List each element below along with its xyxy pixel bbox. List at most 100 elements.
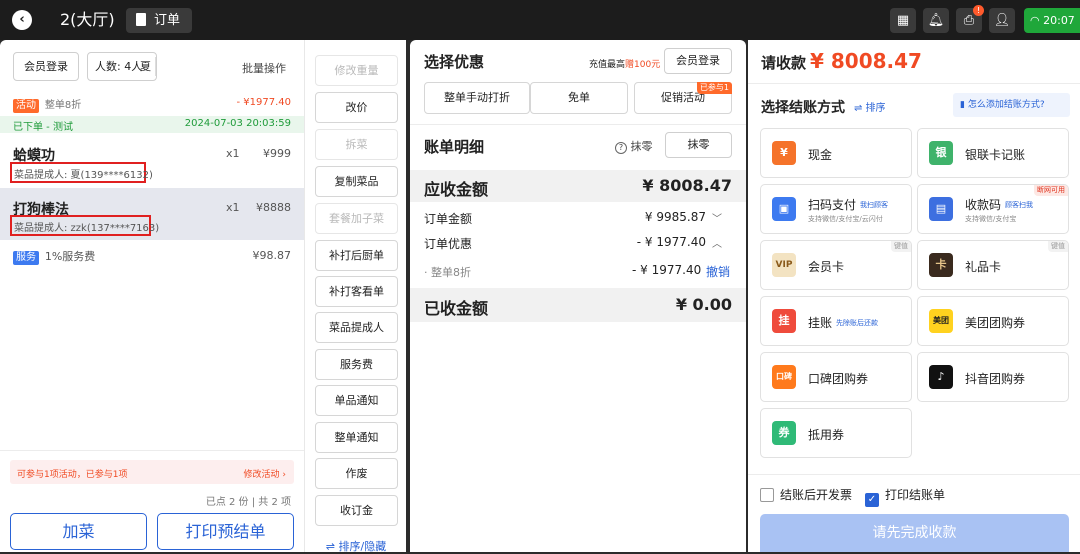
- pay-method-member-card[interactable]: VIP 会员卡 键值: [760, 240, 912, 290]
- reprint-kitchen-button[interactable]: 补打后厨单: [315, 240, 398, 271]
- copy-dish-button[interactable]: 复制菜品: [315, 166, 398, 197]
- help-icon[interactable]: ?: [615, 142, 627, 154]
- wifi-status: ◠ 20:07: [1024, 8, 1080, 33]
- pay-method-credit[interactable]: 挂 挂账 先除账后还款: [760, 296, 912, 346]
- rounding-label: 抹零: [630, 140, 653, 153]
- unionpay-icon: 银: [929, 141, 953, 165]
- order-discount-row[interactable]: 订单优惠 - ¥ 1977.40 ︿: [424, 235, 734, 252]
- koubei-icon: 口碑: [772, 365, 796, 389]
- discount-title: 选择优惠: [424, 53, 485, 71]
- guest-count-button[interactable]: 人数: 4人 夏: [87, 52, 157, 81]
- method-title: 选择结账方式: [761, 100, 845, 116]
- user-icon[interactable]: 👤︎: [989, 8, 1015, 33]
- order-amount-value: ¥ 9985.87: [644, 210, 706, 224]
- split-dish-button[interactable]: 拆菜: [315, 129, 398, 160]
- order-amount-row[interactable]: 订单金额 ¥ 9985.87 ﹀: [424, 210, 734, 227]
- discount-sub-label: · 整单8折: [424, 266, 471, 279]
- order-notify-button[interactable]: 整单通知: [315, 422, 398, 453]
- how-to-add-text: 怎么添加结账方式?: [967, 100, 1045, 110]
- service-row: 服务 1%服务费: [13, 248, 95, 265]
- service-text: 1%服务费: [44, 250, 96, 263]
- promotion-button[interactable]: 促销活动 已参与1: [634, 82, 732, 114]
- pay-method-note: 顾客扫我: [1005, 201, 1034, 209]
- offline-badge: 断网可用: [1034, 185, 1068, 196]
- voucher-icon: 券: [772, 421, 796, 445]
- count-summary: 已点 2 份 | 共 2 项: [205, 497, 291, 508]
- gift-card-icon: 卡: [929, 253, 953, 277]
- placed-time: 2024-07-03 20:03:59: [184, 118, 291, 129]
- set-meal-add-button[interactable]: 套餐加子菜: [315, 203, 398, 234]
- complete-payment-button[interactable]: 请先完成收款: [760, 514, 1069, 552]
- service-fee-button[interactable]: 服务费: [315, 349, 398, 380]
- pay-method-voucher[interactable]: 券 抵用券: [760, 408, 912, 458]
- void-button[interactable]: 作废: [315, 458, 398, 489]
- checkmark-icon: ✓: [865, 493, 879, 507]
- pay-method-koubei[interactable]: 口碑 口碑团购券: [760, 352, 912, 402]
- promo-notice-text: 可参与1项活动，已参与1项: [17, 470, 128, 480]
- received-label: 已收金额: [424, 299, 489, 318]
- pay-method-note: 先除账后还款: [836, 319, 879, 327]
- pay-method-label: 挂账 先除账后还款: [808, 314, 878, 331]
- dish-qty: x1: [226, 201, 240, 214]
- member-login-button[interactable]: 会员登录: [664, 48, 732, 74]
- print-pre-bill-button[interactable]: 打印预结单: [157, 513, 294, 550]
- printer-icon[interactable]: ⎙!: [956, 5, 984, 33]
- pay-method-qrcode[interactable]: ▤ 收款码 顾客扫我 支持微信/支付宝 断网可用: [917, 184, 1069, 234]
- dish-proposer-button[interactable]: 菜品提成人: [315, 312, 398, 343]
- key-badge: 键值: [891, 241, 911, 252]
- pay-method-unionpay[interactable]: 银 银联卡记账: [917, 128, 1069, 178]
- dish-price: ¥999: [263, 147, 291, 160]
- order-tab[interactable]: 订单: [126, 8, 192, 33]
- pay-method-label: 扫码支付 我扫顾客: [808, 196, 888, 213]
- item-notify-button[interactable]: 单品通知: [315, 385, 398, 416]
- back-icon[interactable]: ‹: [12, 10, 32, 30]
- promo-edit-link[interactable]: 修改活动 ›: [244, 467, 286, 480]
- douyin-icon: ♪: [929, 365, 953, 389]
- dish-proposer: 菜品提成人: zzk(137****7163): [14, 223, 160, 234]
- add-dish-button[interactable]: 加菜: [10, 513, 147, 550]
- print-receipt-checkbox[interactable]: ✓ 打印结账单: [865, 486, 945, 507]
- clock-time: 20:07: [1043, 14, 1075, 27]
- deposit-button[interactable]: 收订金: [315, 495, 398, 526]
- order-panel: 会员登录 人数: 4人 夏 批量操作 活动 整单8折 - ¥1977.40 已下…: [0, 40, 304, 552]
- pay-method-label: 现金: [808, 148, 833, 162]
- pay-method-cash[interactable]: ¥ 现金: [760, 128, 912, 178]
- guest-count: 人数: 4人: [95, 60, 143, 73]
- meituan-icon: 美团: [929, 309, 953, 333]
- pay-method-scan[interactable]: ▣ 扫码支付 我扫顾客 支持微信/支付宝/云闪付: [760, 184, 912, 234]
- bell-icon[interactable]: 🔔︎: [923, 8, 949, 33]
- qr-scan-icon[interactable]: ▦: [890, 8, 916, 33]
- due-value: ¥ 8008.47: [810, 49, 922, 73]
- received-value: ¥ 0.00: [675, 295, 732, 314]
- how-to-add-link[interactable]: ▮ 怎么添加结账方式?: [953, 93, 1070, 117]
- revoke-link[interactable]: 撤销: [706, 263, 730, 280]
- recharge-promo[interactable]: 充值最高赠100元: [589, 57, 660, 70]
- activity-amount: - ¥1977.40: [236, 97, 291, 108]
- pay-method-label: 会员卡: [808, 260, 845, 274]
- pay-method-label: 收款码 顾客扫我: [965, 196, 1033, 213]
- pay-method-gift-card[interactable]: 卡 礼品卡 键值: [917, 240, 1069, 290]
- order-amount-label: 订单金额: [424, 212, 473, 226]
- pay-method-meituan[interactable]: 美团 美团团购券: [917, 296, 1069, 346]
- pay-method-douyin[interactable]: ♪ 抖音团购券: [917, 352, 1069, 402]
- method-sort-link[interactable]: ⇌ 排序: [854, 99, 886, 114]
- edit-weight-button[interactable]: 修改重量: [315, 55, 398, 86]
- pay-method-note: 我扫顾客: [860, 201, 889, 209]
- pay-method-label: 美团团购券: [965, 316, 1026, 330]
- vip-icon: VIP: [772, 253, 796, 277]
- invoice-after-checkbox[interactable]: 结账后开发票: [760, 486, 852, 503]
- rounding-button[interactable]: 抹零: [665, 132, 732, 158]
- pay-method-label-text: 扫码支付: [808, 198, 857, 212]
- manual-discount-button[interactable]: 整单手动打折: [424, 82, 530, 114]
- service-amount: ¥98.87: [252, 249, 292, 262]
- free-order-button[interactable]: 免单: [530, 82, 628, 114]
- placed-status: 已下单 - 测试: [13, 122, 73, 133]
- member-login-button[interactable]: 会员登录: [13, 52, 79, 81]
- pay-method-label: 抖音团购券: [965, 372, 1026, 386]
- due-label: 请收款: [761, 54, 807, 72]
- order-discount-label: 订单优惠: [424, 237, 473, 251]
- reprint-customer-button[interactable]: 补打客看单: [315, 276, 398, 307]
- change-price-button[interactable]: 改价: [315, 92, 398, 123]
- batch-ops-link[interactable]: 批量操作: [242, 60, 286, 76]
- payment-panel: 请收款 ¥ 8008.47 选择结账方式 ⇌ 排序 ▮ 怎么添加结账方式? ¥ …: [748, 40, 1080, 552]
